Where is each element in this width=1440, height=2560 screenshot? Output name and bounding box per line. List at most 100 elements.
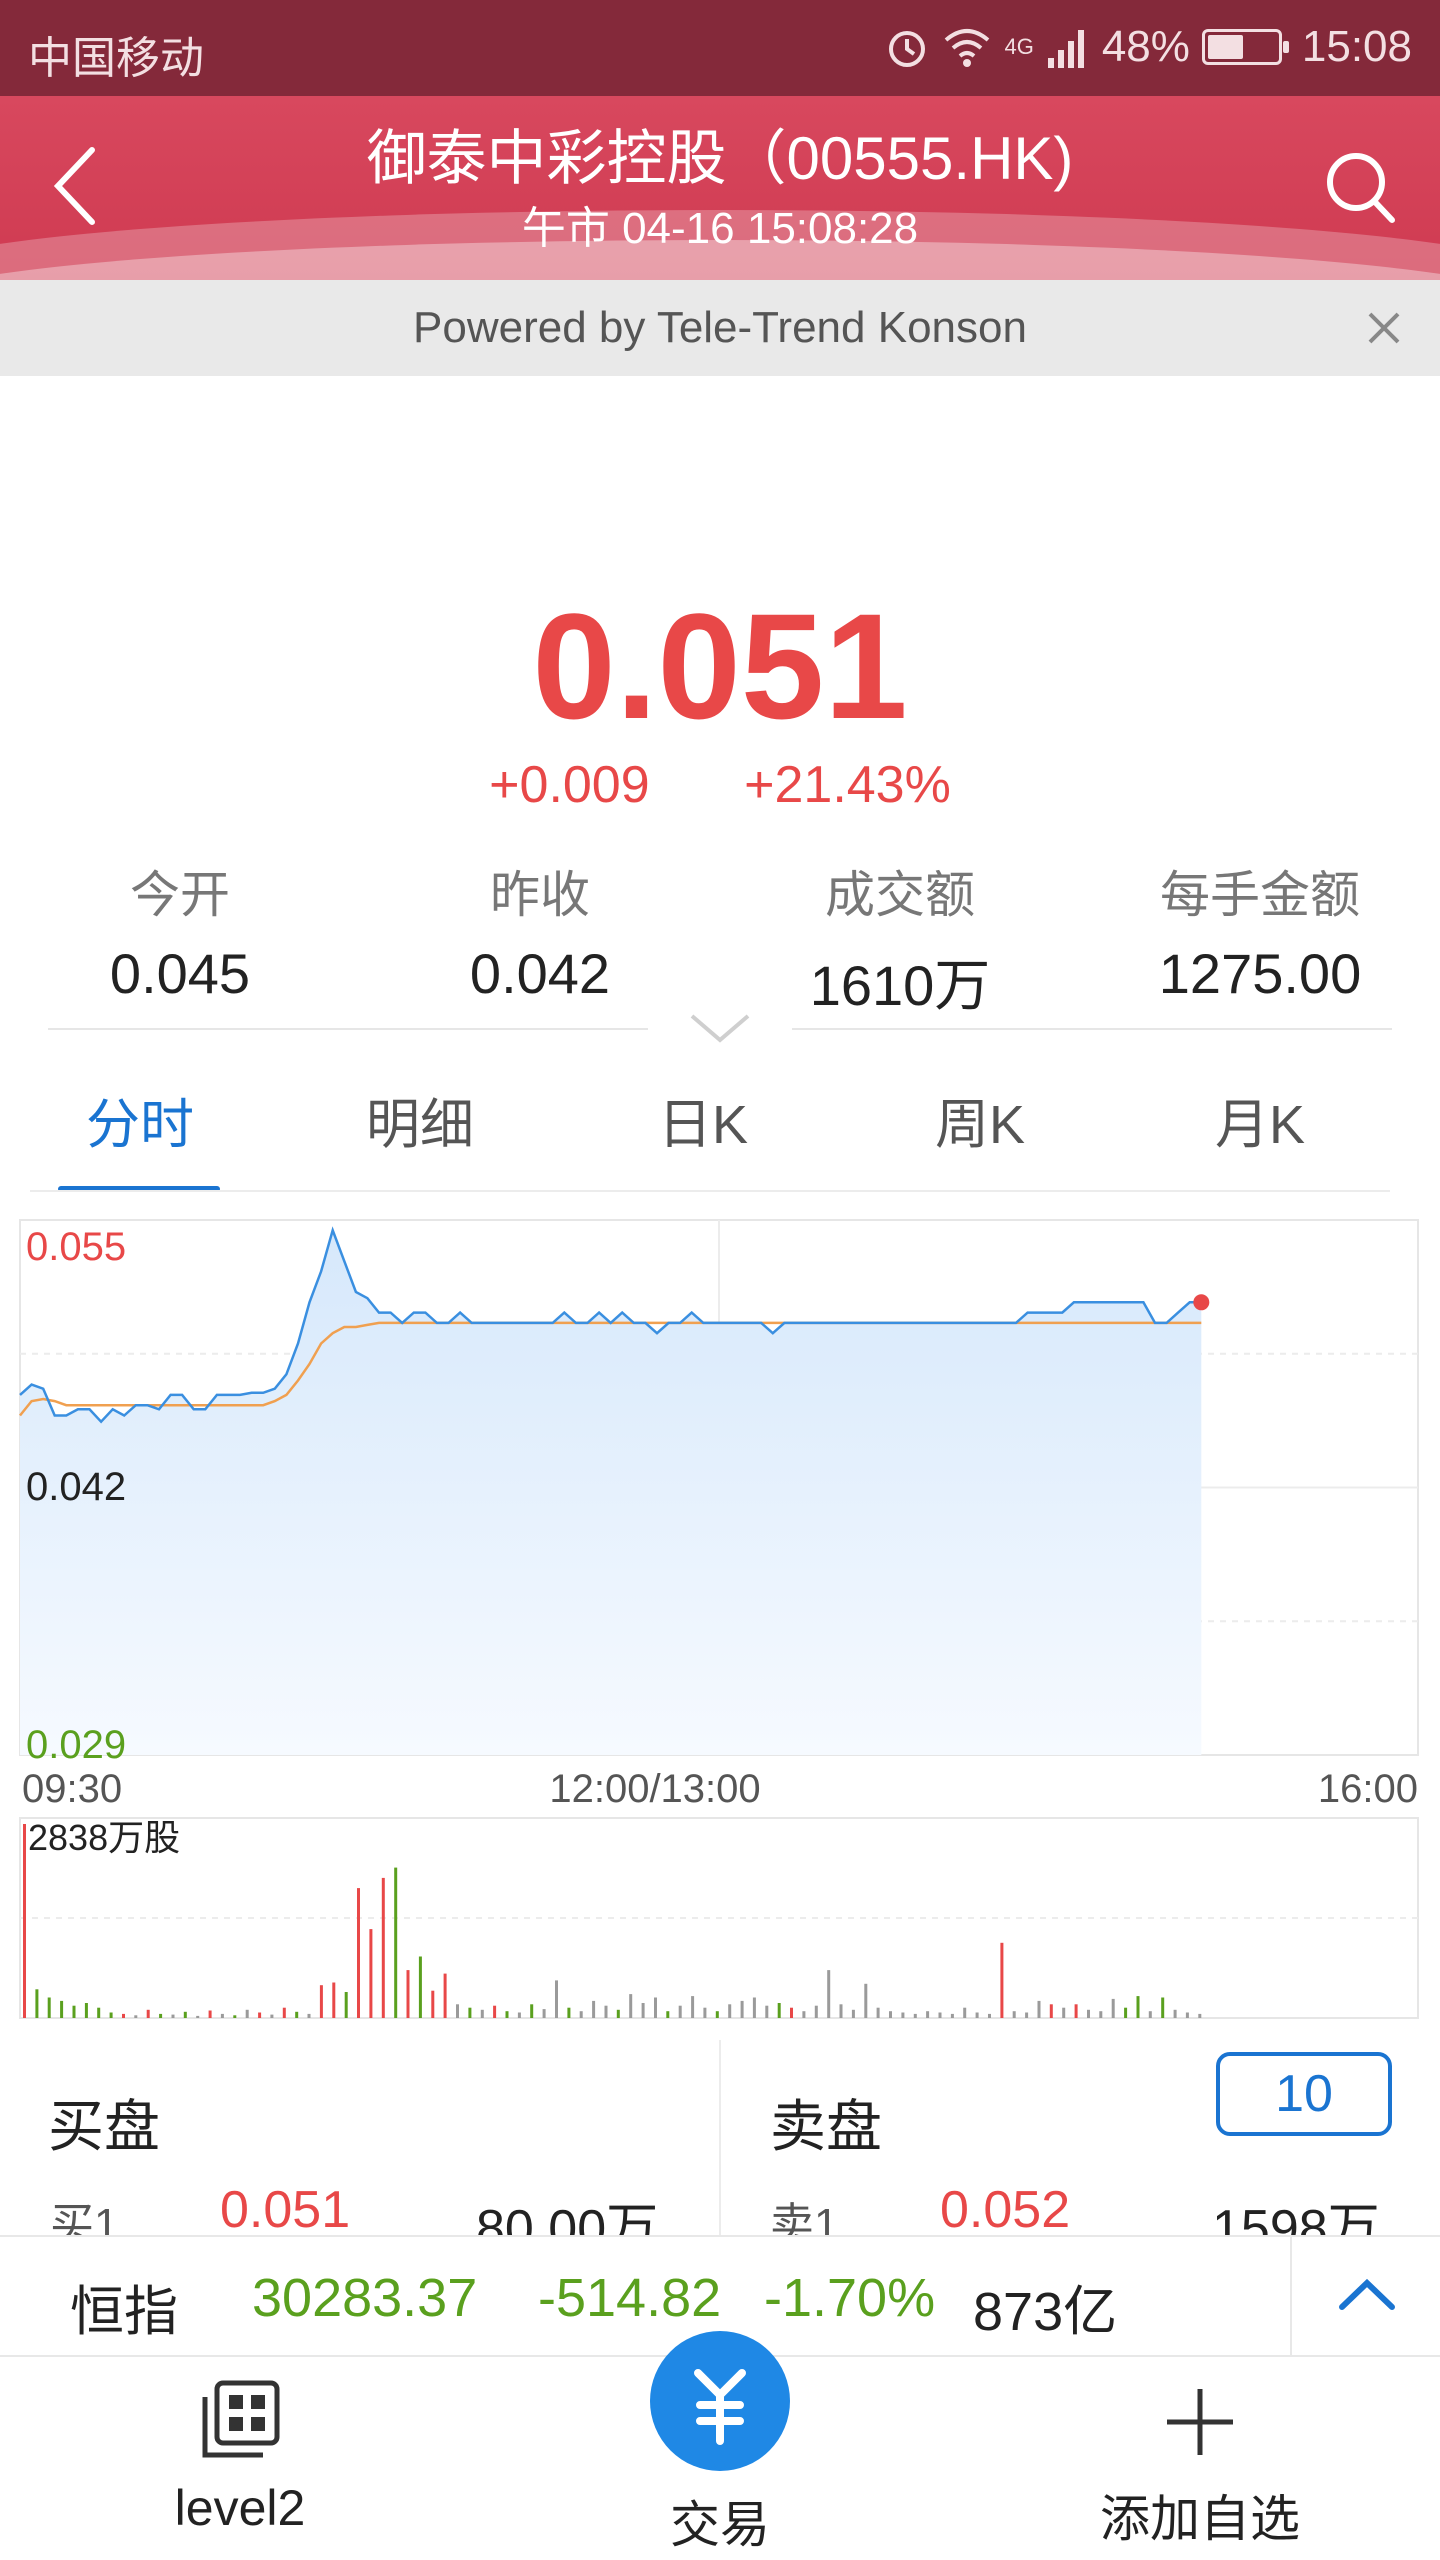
volume-bar — [332, 1982, 336, 2018]
volume-bar — [938, 2012, 942, 2018]
volume-bar — [183, 2011, 187, 2018]
expand-button[interactable] — [1290, 2237, 1440, 2355]
volume-bar — [765, 2005, 769, 2018]
battery-icon — [1201, 29, 1289, 65]
volume-bar — [84, 2003, 88, 2018]
powered-by-banner: Powered by Tele-Trend Konson — [0, 280, 1440, 376]
volume-bar — [381, 1877, 385, 2018]
volume-bar — [1185, 2012, 1189, 2018]
volume-bar — [913, 2013, 917, 2018]
stock-header: 御泰中彩控股（00555.HK) 午市 04-16 15:08:28 — [0, 96, 1440, 280]
volume-bar — [443, 1973, 447, 2018]
volume-bar — [604, 2005, 608, 2018]
volume-bar — [480, 2009, 484, 2018]
volume-bar — [319, 1985, 323, 2018]
volume-bar — [122, 2013, 125, 2018]
volume-bar — [530, 2004, 534, 2018]
yuan-icon — [694, 2369, 746, 2445]
volume-bar — [1111, 1998, 1115, 2018]
volume-bar — [196, 2015, 200, 2018]
volume-bar — [456, 2004, 459, 2018]
volume-bar — [431, 1990, 435, 2018]
last-price-dot — [1193, 1294, 1210, 1311]
y-label-top: 0.055 — [26, 1225, 126, 1269]
trade-button[interactable] — [650, 2331, 790, 2471]
volume-bar — [406, 1970, 410, 2018]
volume-bar — [295, 2011, 299, 2018]
search-button[interactable] — [1320, 144, 1400, 234]
index-value: 30283.37 — [252, 2268, 478, 2328]
x-label-open: 09:30 — [22, 1767, 122, 1811]
battery-percent: 48% — [1101, 22, 1190, 71]
tab-monthly-k[interactable]: 月K — [1215, 1080, 1305, 1159]
volume-bar — [1099, 2011, 1103, 2018]
volume-bar — [752, 1997, 756, 2018]
volume-bar — [567, 2007, 571, 2018]
volume-bar — [827, 1970, 831, 2018]
volume-bar — [901, 2012, 905, 2018]
tab-weekly-k[interactable]: 周K — [935, 1080, 1025, 1159]
volume-bar — [654, 1997, 657, 2018]
volume-max-label: 2838万股 — [28, 1817, 180, 1858]
volume-bar — [1124, 2007, 1128, 2018]
x-label-close: 16:00 — [1318, 1767, 1418, 1811]
volume-bar — [616, 2009, 620, 2018]
network-type: 4G — [1004, 34, 1034, 59]
volume-bar — [505, 2011, 509, 2018]
volume-bar — [394, 1867, 398, 2018]
volume-bar — [47, 1997, 51, 2018]
volume-bar — [1198, 2013, 1202, 2018]
change-percent: +21.43% — [744, 756, 951, 814]
volume-bar — [802, 2011, 806, 2018]
volume-bar — [1012, 2011, 1016, 2018]
close-icon[interactable] — [1364, 308, 1404, 348]
tab-daily-k[interactable]: 日K — [658, 1080, 748, 1159]
volume-bar — [357, 1888, 360, 2018]
volume-bar — [963, 2007, 967, 2018]
volume-bar — [851, 2009, 855, 2018]
volume-bar — [876, 2007, 880, 2018]
volume-bar — [23, 1824, 26, 2018]
nav-trade-label[interactable]: 交易 — [620, 2485, 820, 2557]
volume-bar — [171, 2014, 175, 2018]
volume-bar — [777, 2003, 781, 2018]
volume-bar — [641, 2003, 645, 2018]
volume-bar — [814, 2005, 818, 2018]
tab-details[interactable]: 明细 — [366, 1080, 474, 1159]
chevron-down-icon[interactable] — [688, 1010, 752, 1046]
nav-level2-label: level2 — [174, 2480, 306, 2536]
volume-bar — [950, 2013, 954, 2018]
sell-title: 卖盘 — [770, 2095, 882, 2158]
volume-bar — [344, 1992, 348, 2018]
wifi-icon — [945, 29, 990, 67]
nav-add-watchlist[interactable]: 添加自选 — [1080, 2377, 1320, 2551]
order-book: 买盘 卖盘 10 买1 0.051 80.00万 卖1 0.052 1598万 — [0, 2030, 1440, 2258]
volume-bar — [629, 1994, 633, 2018]
intraday-chart[interactable]: 0.055 0.042 0.029 09:30 12:00/13:00 16:0… — [0, 1210, 1440, 2030]
chart-tabs: 分时 明细 日K 周K 月K — [0, 1080, 1440, 1192]
plus-icon — [1167, 2389, 1233, 2455]
clock: 15:08 — [1301, 22, 1412, 71]
volume-bar — [307, 2013, 311, 2018]
stat-lot-value: 每手金额 1275.00 — [1158, 867, 1362, 1005]
change-amount: +0.009 — [489, 756, 650, 814]
grid-icon — [202, 2380, 280, 2458]
volume-bar — [678, 2005, 682, 2018]
depth-selector[interactable]: 10 — [1216, 2052, 1392, 2136]
volume-bar — [864, 1983, 868, 2018]
volume-bar — [134, 2015, 138, 2018]
index-change: -514.82 — [538, 2268, 722, 2328]
alarm-icon — [889, 31, 926, 67]
volume-bar — [1148, 2011, 1152, 2018]
orderbook-separator — [719, 2040, 721, 2240]
volume-bar — [889, 2011, 892, 2018]
nav-level2[interactable]: level2 — [150, 2377, 330, 2537]
tab-intraday[interactable]: 分时 — [86, 1080, 194, 1159]
carrier-name: 中国移动 — [28, 34, 204, 83]
volume-bar — [369, 1929, 373, 2018]
volume-bar — [988, 2013, 991, 2018]
volume-bar — [233, 2015, 237, 2018]
volume-bar — [542, 2009, 546, 2018]
session-time: 午市 04-16 15:08:28 — [521, 204, 919, 253]
volume-bar — [282, 2007, 286, 2018]
